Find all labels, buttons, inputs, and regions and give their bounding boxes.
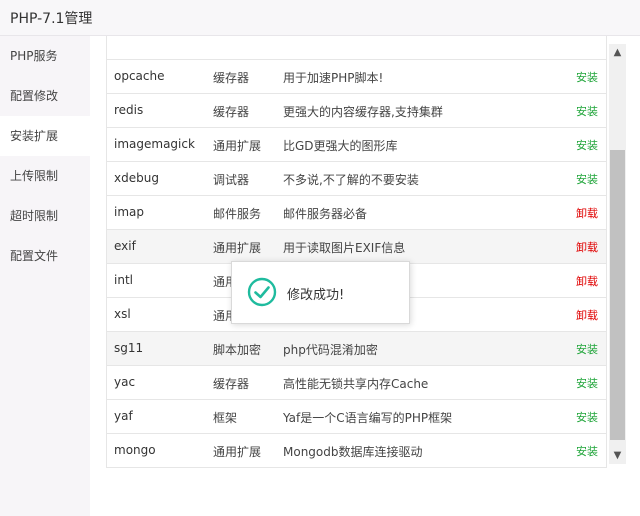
extension-name: imap <box>114 205 144 219</box>
extension-description: 不多说,不了解的不要安装 <box>283 173 419 187</box>
extension-description: 比GD更强大的图形库 <box>283 139 398 153</box>
extension-type: 框架 <box>213 411 238 425</box>
extension-description: 用于加速PHP脚本! <box>283 71 384 85</box>
extension-description: Yaf是一个C语言编写的PHP框架 <box>283 411 453 425</box>
sidebar-item-timeout-limit[interactable]: 超时限制 <box>0 196 90 236</box>
window-title: PHP-7.1管理 <box>10 11 93 27</box>
table-row: imagemagick 通用扩展 比GD更强大的图形库 安装 <box>106 128 606 162</box>
sidebar-item-upload-limit[interactable]: 上传限制 <box>0 156 90 196</box>
scrollbar-thumb[interactable] <box>610 150 625 440</box>
sidebar-item-config-edit[interactable]: 配置修改 <box>0 76 90 116</box>
uninstall-button[interactable]: 卸载 <box>576 239 598 255</box>
extension-type: 邮件服务 <box>213 207 262 221</box>
extension-type: 通用扩展 <box>213 445 262 459</box>
extension-name: xsl <box>114 307 131 321</box>
extension-name: imagemagick <box>114 137 195 151</box>
table-row: mongo 通用扩展 Mongodb数据库连接驱动 安装 <box>106 434 606 468</box>
extension-name: opcache <box>114 69 165 83</box>
extension-description: 更强大的内容缓存器,支持集群 <box>283 105 443 119</box>
extension-description: Mongodb数据库连接驱动 <box>283 445 423 459</box>
extension-type: 脚本加密 <box>213 343 262 357</box>
uninstall-button[interactable]: 卸载 <box>576 273 598 289</box>
extension-description: php代码混淆加密 <box>283 343 378 357</box>
table-row: opcache 缓存器 用于加速PHP脚本! 安装 <box>106 60 606 94</box>
extension-description: 邮件服务器必备 <box>283 207 368 221</box>
extension-type: 通用扩展 <box>213 241 262 255</box>
extension-name: xdebug <box>114 171 159 185</box>
extension-type: 调试器 <box>213 173 250 187</box>
extension-type: 缓存器 <box>213 377 250 391</box>
install-button[interactable]: 安装 <box>576 409 598 425</box>
extension-name: redis <box>114 103 144 117</box>
scroll-up-arrow-icon[interactable]: ▲ <box>609 44 626 61</box>
install-button[interactable]: 安装 <box>576 443 598 459</box>
uninstall-button[interactable]: 卸载 <box>576 307 598 323</box>
extension-type: 通用扩展 <box>213 139 262 153</box>
sidebar-item-config-file[interactable]: 配置文件 <box>0 236 90 276</box>
vertical-scrollbar[interactable]: ▲ ▼ <box>609 44 626 464</box>
extensions-table: opcache 缓存器 用于加速PHP脚本! 安装 redis 缓存器 更强大的… <box>106 36 626 468</box>
install-button[interactable]: 安装 <box>576 103 598 119</box>
table-row: exif 通用扩展 用于读取图片EXIF信息 卸载 <box>106 230 606 264</box>
check-circle-icon <box>247 277 277 307</box>
extension-type: 缓存器 <box>213 105 250 119</box>
extension-description: 用于读取图片EXIF信息 <box>283 241 406 255</box>
extension-type: 缓存器 <box>213 71 250 85</box>
install-button[interactable]: 安装 <box>576 137 598 153</box>
extension-name: yaf <box>114 409 133 423</box>
table-row: xdebug 调试器 不多说,不了解的不要安装 安装 <box>106 162 606 196</box>
table-row: yaf 框架 Yaf是一个C语言编写的PHP框架 安装 <box>106 400 606 434</box>
table-row: redis 缓存器 更强大的内容缓存器,支持集群 安装 <box>106 94 606 128</box>
sidebar-item-php-service[interactable]: PHP服务 <box>0 36 90 76</box>
extension-name: yac <box>114 375 136 389</box>
install-button[interactable]: 安装 <box>576 171 598 187</box>
table-row: sg11 脚本加密 php代码混淆加密 安装 <box>106 332 606 366</box>
table-row-partial <box>106 36 606 60</box>
sidebar: PHP服务 配置修改 安装扩展 上传限制 超时限制 配置文件 <box>0 36 90 516</box>
table-row: imap 邮件服务 邮件服务器必备 卸载 <box>106 196 606 230</box>
uninstall-button[interactable]: 卸载 <box>576 205 598 221</box>
extension-name: exif <box>114 239 136 253</box>
extension-description: 高性能无锁共享内存Cache <box>283 377 429 391</box>
toast-message: 修改成功! <box>287 288 345 303</box>
table-row: yac 缓存器 高性能无锁共享内存Cache 安装 <box>106 366 606 400</box>
extension-name: mongo <box>114 443 156 457</box>
scroll-down-arrow-icon[interactable]: ▼ <box>609 447 626 464</box>
extension-name: sg11 <box>114 341 144 355</box>
window-titlebar: PHP-7.1管理 <box>0 0 640 36</box>
install-button[interactable]: 安装 <box>576 341 598 357</box>
install-button[interactable]: 安装 <box>576 69 598 85</box>
sidebar-item-install-extensions[interactable]: 安装扩展 <box>0 116 90 156</box>
success-toast: 修改成功! <box>231 261 410 324</box>
extension-name: intl <box>114 273 133 287</box>
install-button[interactable]: 安装 <box>576 375 598 391</box>
